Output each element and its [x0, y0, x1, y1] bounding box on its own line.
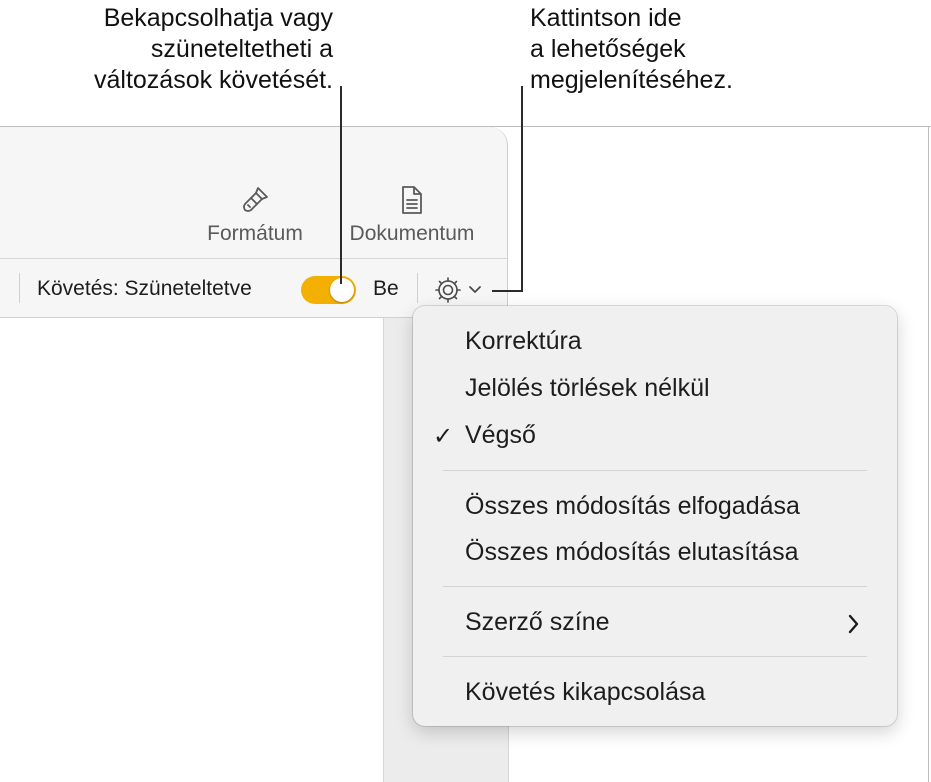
menu-item-markup-without-deletions[interactable]: Jelölés törlések nélkül [465, 374, 710, 403]
format-button[interactable]: Formátum [196, 184, 314, 246]
tracking-bar-separator [19, 273, 20, 303]
callout-leader-line [492, 290, 523, 292]
toggle-on-label: Be [373, 277, 399, 300]
menu-item-accept-all[interactable]: Összes módosítás elfogadása [465, 492, 800, 521]
callout-leader-line [340, 86, 342, 284]
tracking-bar-separator [417, 273, 418, 303]
menu-item-reject-all[interactable]: Összes módosítás elutasítása [465, 538, 798, 567]
paintbrush-icon [243, 187, 268, 212]
menu-item-final[interactable]: Végső [465, 421, 536, 450]
tracking-options-menu: Korrektúra Jelölés törlések nélkül ✓ Vég… [413, 306, 897, 726]
gear-icon [435, 277, 481, 303]
chevron-down-icon [469, 286, 481, 293]
tracking-options-button[interactable] [434, 275, 490, 305]
menu-separator [443, 470, 867, 471]
checkmark-icon: ✓ [433, 423, 454, 450]
window-right-edge [928, 126, 929, 782]
chevron-right-icon [848, 614, 859, 634]
callout-options-explanation: Kattintson ide a lehetőségek megjeleníté… [530, 4, 733, 94]
menu-item-turn-off-tracking[interactable]: Követés kikapcsolása [465, 678, 705, 707]
menu-separator [443, 656, 867, 657]
document-icon [402, 186, 422, 214]
callout-leader-line [521, 86, 523, 292]
toggle-knob [330, 278, 354, 302]
callout-toggle-explanation: Bekapcsolhatja vagy szüneteltetheti a vá… [93, 4, 333, 94]
menu-item-markup[interactable]: Korrektúra [465, 327, 582, 356]
format-label: Formátum [207, 222, 303, 245]
tracking-status-label: Követés: Szüneteltetve [37, 277, 252, 300]
tracking-toggle[interactable] [301, 276, 356, 304]
document-button[interactable]: Dokumentum [336, 184, 488, 246]
menu-separator [443, 586, 867, 587]
document-label: Dokumentum [349, 222, 475, 245]
menu-item-author-color[interactable]: Szerző színe [465, 608, 610, 637]
